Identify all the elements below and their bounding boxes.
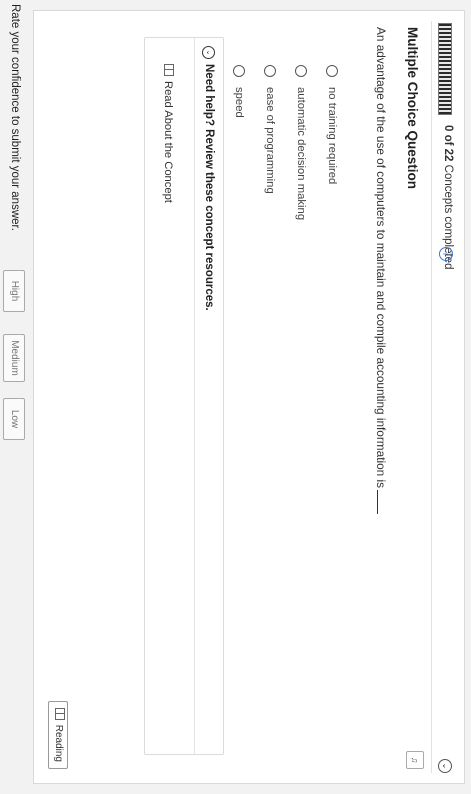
answer-choice[interactable]: automatic decision making <box>286 65 317 220</box>
answer-choices: no training required automatic decision … <box>224 65 348 220</box>
answer-choice-label: no training required <box>326 87 339 185</box>
confidence-high-button[interactable]: High <box>3 270 25 312</box>
reading-button[interactable]: Reading <box>48 700 68 769</box>
info-icon[interactable]: i <box>439 247 453 261</box>
progress-count: 0 of 22 <box>442 125 454 162</box>
help-panel: ⌄ Need help? Review these concept resour… <box>144 37 224 755</box>
answer-choice[interactable]: speed <box>224 65 255 220</box>
help-title: Need help? Review these concept resource… <box>203 64 215 311</box>
collapse-icon[interactable]: ⌄ <box>438 759 452 773</box>
progress-bar <box>438 23 452 115</box>
radio-button[interactable] <box>326 65 339 77</box>
reading-button-label: Reading <box>53 724 64 762</box>
radio-button[interactable] <box>233 65 246 77</box>
answer-choice-label: speed <box>233 87 246 118</box>
answer-blank <box>377 490 388 515</box>
confidence-footer: Rate your confidence to submit your answ… <box>3 4 25 784</box>
answer-choice[interactable]: ease of programming <box>255 65 286 220</box>
question-type-title: Multiple Choice Question <box>405 27 420 190</box>
audio-icon[interactable]: ♫ <box>406 751 424 769</box>
book-icon <box>164 64 174 76</box>
answer-choice-label: ease of programming <box>264 87 277 194</box>
rate-confidence-text: Rate your confidence to submit your answ… <box>9 4 21 231</box>
divider <box>431 21 432 773</box>
screen: 0 of 22 Concepts completed i ⌄ Multiple … <box>0 0 471 794</box>
radio-button[interactable] <box>295 65 308 77</box>
chevron-down-icon[interactable]: ⌄ <box>202 46 215 59</box>
confidence-medium-button[interactable]: Medium <box>3 334 25 382</box>
answer-choice-label: automatic decision making <box>295 87 308 221</box>
question-prompt: An advantage of the use of computers to … <box>374 27 388 515</box>
read-about-concept-link[interactable]: Read About the Concept <box>162 64 175 203</box>
read-about-concept-label: Read About the Concept <box>162 81 174 203</box>
question-prompt-text: An advantage of the use of computers to … <box>374 27 388 489</box>
help-header[interactable]: ⌄ Need help? Review these concept resour… <box>194 38 223 754</box>
confidence-low-button[interactable]: Low <box>3 398 25 440</box>
question-card: 0 of 22 Concepts completed i ⌄ Multiple … <box>33 10 465 784</box>
answer-choice[interactable]: no training required <box>317 65 348 220</box>
book-icon <box>55 707 65 720</box>
progress-row: 0 of 22 Concepts completed i ⌄ <box>436 11 456 783</box>
radio-button[interactable] <box>264 65 277 77</box>
